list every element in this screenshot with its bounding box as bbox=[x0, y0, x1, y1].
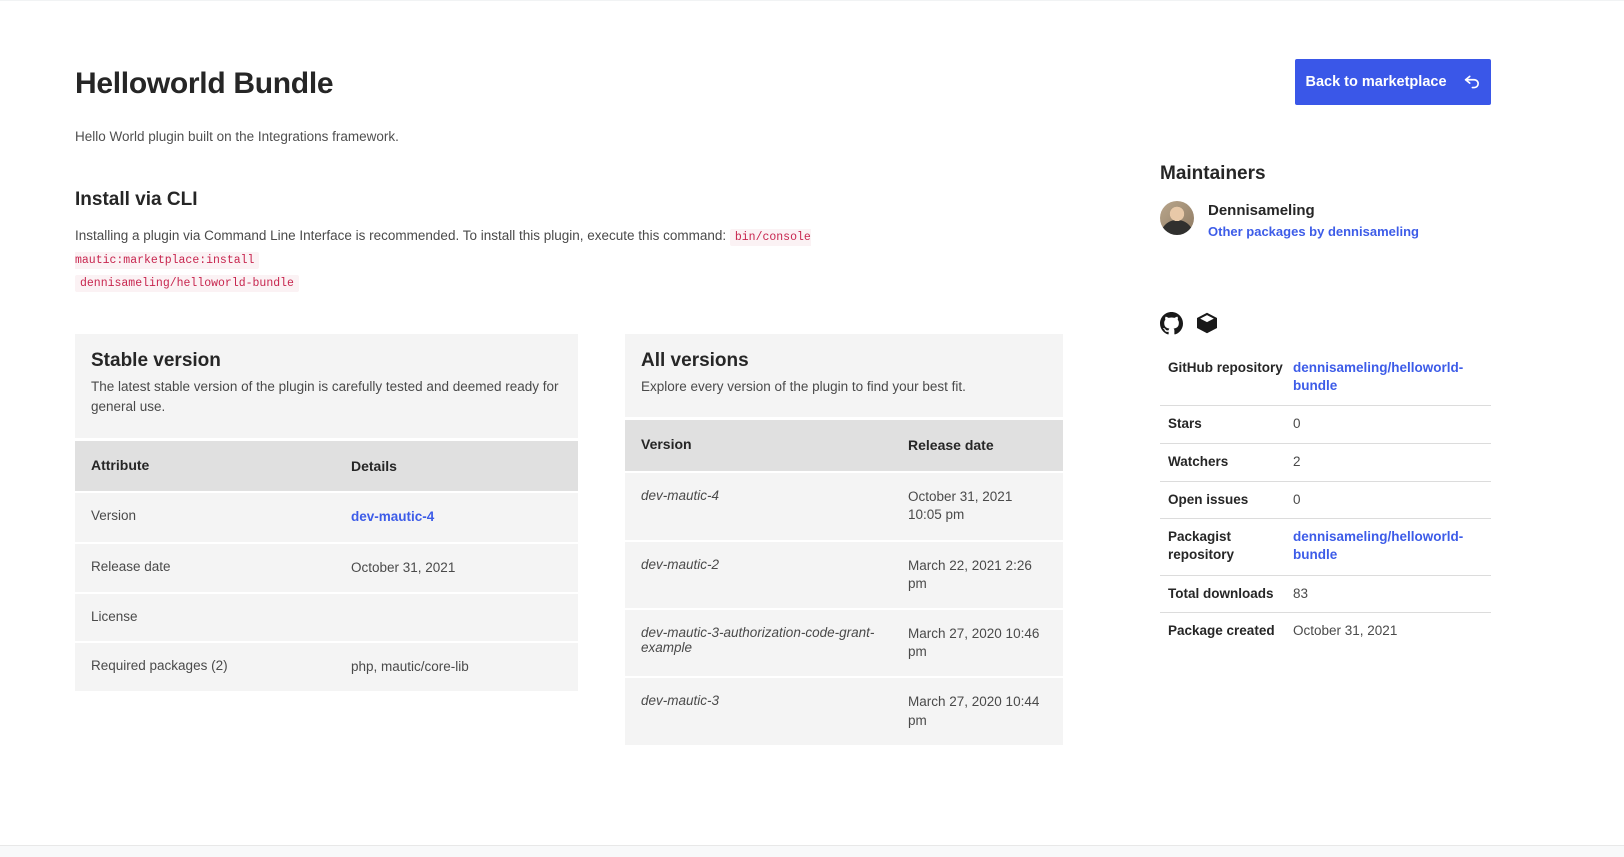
all-versions-card: All versions Explore every version of th… bbox=[625, 334, 1063, 745]
marketplace-plugin-detail-page: Helloworld Bundle Back to marketplace He… bbox=[0, 0, 1624, 857]
github-icon bbox=[1160, 312, 1183, 335]
page-title: Helloworld Bundle bbox=[75, 67, 333, 101]
stat-value: October 31, 2021 bbox=[1293, 622, 1491, 640]
version-cell: dev-mautic-4 bbox=[641, 488, 908, 503]
table-row: dev-mautic-4 October 31, 2021 10:05 pm bbox=[625, 473, 1063, 539]
stat-row: Watchers 2 bbox=[1160, 444, 1491, 482]
details-cell: php, mautic/core-lib bbox=[351, 658, 562, 676]
footer-bar bbox=[0, 845, 1624, 857]
packagist-repo-link[interactable]: dennisameling/helloworld-bundle bbox=[1293, 529, 1463, 562]
plugin-description: Hello World plugin built on the Integrat… bbox=[75, 129, 399, 144]
install-heading: Install via CLI bbox=[75, 189, 945, 211]
stat-label: Stars bbox=[1168, 415, 1293, 433]
table-row: License bbox=[75, 594, 578, 641]
package-icon bbox=[1195, 311, 1219, 335]
github-repo-link[interactable]: dennisameling/helloworld-bundle bbox=[1293, 360, 1463, 393]
stat-label: Open issues bbox=[1168, 491, 1293, 509]
back-to-marketplace-button[interactable]: Back to marketplace bbox=[1295, 59, 1491, 105]
all-versions-description: Explore every version of the plugin to f… bbox=[641, 377, 1047, 397]
stat-row: GitHub repository dennisameling/hellowor… bbox=[1160, 350, 1491, 406]
stable-version-intro: Stable version The latest stable version… bbox=[75, 334, 578, 438]
cli-command-part2: dennisameling/helloworld-bundle bbox=[75, 275, 299, 292]
stat-row: Total downloads 83 bbox=[1160, 576, 1491, 614]
version-column-header: Version bbox=[641, 436, 908, 455]
stable-table-header: Attribute Details bbox=[75, 441, 578, 492]
stat-value: 0 bbox=[1293, 491, 1491, 509]
release-date-cell: March 27, 2020 10:44 pm bbox=[908, 693, 1047, 729]
attribute-cell: Version bbox=[91, 508, 351, 523]
stable-version-description: The latest stable version of the plugin … bbox=[91, 377, 562, 418]
table-row: dev-mautic-3-authorization-code-grant-ex… bbox=[625, 610, 1063, 676]
version-cards: Stable version The latest stable version… bbox=[75, 334, 1063, 745]
stat-value: 2 bbox=[1293, 453, 1491, 471]
stat-row: Open issues 0 bbox=[1160, 482, 1491, 520]
versions-table-header: Version Release date bbox=[625, 420, 1063, 471]
table-row: dev-mautic-2 March 22, 2021 2:26 pm bbox=[625, 542, 1063, 608]
stable-version-card: Stable version The latest stable version… bbox=[75, 334, 578, 691]
stat-label: GitHub repository bbox=[1168, 359, 1293, 377]
maintainers-heading: Maintainers bbox=[1160, 163, 1491, 185]
release-date-cell: March 27, 2020 10:46 pm bbox=[908, 625, 1047, 661]
stable-version-title: Stable version bbox=[91, 350, 562, 372]
version-cell: dev-mautic-3-authorization-code-grant-ex… bbox=[641, 625, 908, 655]
attribute-column-header: Attribute bbox=[91, 457, 351, 476]
all-versions-title: All versions bbox=[641, 350, 1047, 372]
maintainer-item: Dennisameling Other packages by dennisam… bbox=[1160, 201, 1491, 241]
repository-stats: GitHub repository dennisameling/hellowor… bbox=[1160, 350, 1491, 650]
stat-row: Package created October 31, 2021 bbox=[1160, 613, 1491, 650]
release-date-cell: October 31, 2021 10:05 pm bbox=[908, 488, 1047, 524]
version-cell: dev-mautic-2 bbox=[641, 557, 908, 572]
sidebar: Maintainers Dennisameling Other packages… bbox=[1160, 163, 1491, 650]
table-row: Version dev-mautic-4 bbox=[75, 493, 578, 541]
attribute-cell: License bbox=[91, 609, 351, 624]
install-section: Install via CLI Installing a plugin via … bbox=[75, 189, 945, 294]
stat-label: Watchers bbox=[1168, 453, 1293, 471]
back-button-label: Back to marketplace bbox=[1305, 74, 1446, 90]
stat-row: Stars 0 bbox=[1160, 406, 1491, 444]
stable-version-link[interactable]: dev-mautic-4 bbox=[351, 509, 434, 524]
details-column-header: Details bbox=[351, 457, 562, 476]
maintainer-name: Dennisameling bbox=[1208, 202, 1419, 219]
install-text: Installing a plugin via Command Line Int… bbox=[75, 228, 726, 243]
table-row: dev-mautic-3 March 27, 2020 10:44 pm bbox=[625, 678, 1063, 744]
other-packages-link[interactable]: Other packages by dennisameling bbox=[1208, 224, 1419, 239]
install-instructions: Installing a plugin via Command Line Int… bbox=[75, 225, 945, 294]
stat-value: 0 bbox=[1293, 415, 1491, 433]
release-date-column-header: Release date bbox=[908, 436, 1047, 455]
all-versions-intro: All versions Explore every version of th… bbox=[625, 334, 1063, 417]
maintainer-avatar bbox=[1160, 201, 1194, 235]
stat-value: 83 bbox=[1293, 585, 1491, 603]
release-date-cell: March 22, 2021 2:26 pm bbox=[908, 557, 1047, 593]
stat-label: Packagist repository bbox=[1168, 528, 1293, 563]
attribute-cell: Release date bbox=[91, 559, 351, 574]
details-cell: October 31, 2021 bbox=[351, 559, 562, 577]
attribute-cell: Required packages (2) bbox=[91, 658, 351, 673]
return-arrow-icon bbox=[1463, 73, 1481, 91]
stat-label: Package created bbox=[1168, 622, 1293, 640]
table-row: Release date October 31, 2021 bbox=[75, 544, 578, 592]
table-row: Required packages (2) php, mautic/core-l… bbox=[75, 643, 578, 691]
version-cell: dev-mautic-3 bbox=[641, 693, 908, 708]
stat-label: Total downloads bbox=[1168, 585, 1293, 603]
stat-row: Packagist repository dennisameling/hello… bbox=[1160, 519, 1491, 575]
